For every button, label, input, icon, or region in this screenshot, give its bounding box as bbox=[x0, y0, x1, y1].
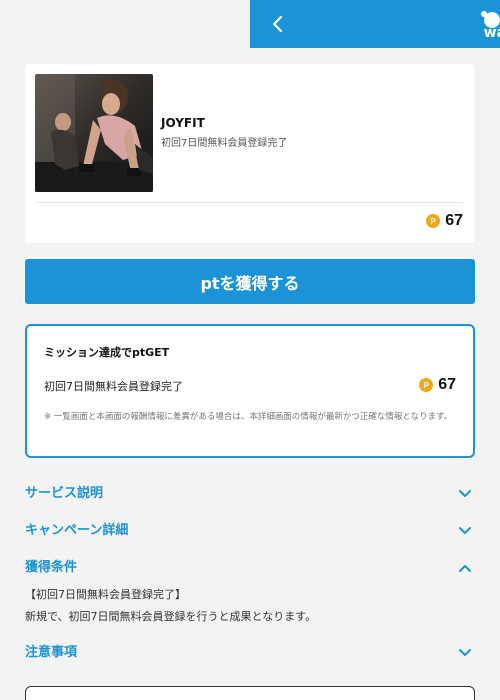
accordion-service-description[interactable]: サービス説明 bbox=[25, 482, 475, 506]
offer-title: JOYFIT bbox=[161, 116, 205, 130]
card-divider bbox=[37, 202, 463, 203]
accordion-label: キャンペーン詳細 bbox=[25, 523, 129, 538]
mission-points: P 67 bbox=[419, 376, 456, 394]
offer-card: JOYFIT 初回7日間無料会員登録完了 P 67 bbox=[25, 64, 475, 243]
accordion-acquisition-conditions[interactable]: 獲得条件 bbox=[25, 556, 475, 580]
mission-title: ミッション達成でptGET bbox=[44, 346, 170, 359]
fitness-photo-icon bbox=[35, 74, 153, 192]
mission-note: ※ 一覧画面と本画面の報酬情報に差異がある場合は、本詳細画面の情報が最新かつ正確… bbox=[44, 412, 453, 422]
accordion-campaign-details[interactable]: キャンペーン詳細 bbox=[25, 519, 475, 543]
logo-text: wa bbox=[483, 25, 500, 40]
offer-thumbnail bbox=[35, 74, 153, 192]
chevron-left-icon bbox=[272, 15, 283, 33]
mission-box: ミッション達成でptGET 初回7日間無料会員登録完了 P 67 ※ 一覧画面と… bbox=[25, 324, 475, 458]
accordion-label: サービス説明 bbox=[25, 486, 104, 501]
chevron-down-icon bbox=[459, 527, 471, 534]
get-points-button[interactable]: ptを獲得する bbox=[25, 259, 475, 304]
point-coin-icon: P bbox=[419, 378, 434, 392]
conditions-text: 新規で、初回7日間無料会員登録を行うと成果となります。 bbox=[25, 610, 317, 623]
accordion-label: 獲得条件 bbox=[25, 560, 78, 575]
bottom-outline-button[interactable] bbox=[25, 686, 475, 700]
offer-points-value: 67 bbox=[445, 212, 463, 229]
chevron-up-icon bbox=[459, 565, 471, 572]
mission-points-value: 67 bbox=[438, 376, 456, 393]
point-coin-icon: P bbox=[426, 214, 441, 228]
offer-points: P 67 bbox=[426, 212, 463, 230]
mission-item-label: 初回7日間無料会員登録完了 bbox=[44, 380, 183, 393]
brand-logo: wa bbox=[474, 8, 500, 40]
conditions-heading: 【初回7日間無料会員登録完了】 bbox=[25, 588, 186, 601]
chevron-down-icon bbox=[459, 490, 471, 497]
top-bar: wa bbox=[250, 0, 500, 48]
accordion-notes[interactable]: 注意事項 bbox=[25, 641, 475, 665]
offer-subtitle: 初回7日間無料会員登録完了 bbox=[161, 138, 288, 149]
accordion-label: 注意事項 bbox=[25, 645, 78, 660]
chevron-down-icon bbox=[459, 649, 471, 656]
back-button[interactable] bbox=[264, 10, 292, 38]
